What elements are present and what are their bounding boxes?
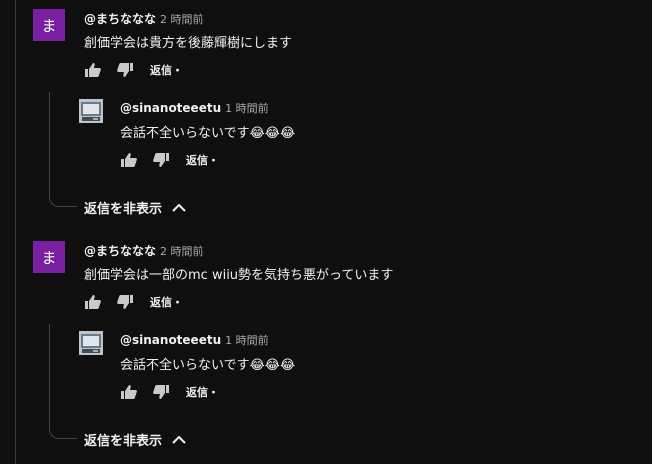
thread-line [15, 232, 16, 464]
thumbs-up-icon [85, 295, 101, 309]
comment-text: 創価学会は貴方を後藤輝樹にします [84, 36, 293, 51]
reply-actions: 返信・ [118, 382, 219, 402]
hide-replies-button[interactable]: 返信を非表示 [84, 430, 186, 449]
reply-avatar[interactable] [79, 331, 103, 355]
avatar[interactable]: ま [33, 241, 65, 273]
reply-button[interactable]: 返信・ [150, 294, 183, 310]
thread-line [15, 0, 16, 232]
comment-text: 創価学会は一部のmc wiiu勢を気持ち悪がっています [84, 268, 394, 283]
thumbs-up-icon [85, 63, 101, 77]
dislike-button[interactable] [150, 150, 172, 170]
thumbs-down-icon [153, 385, 169, 399]
like-button[interactable] [82, 60, 104, 80]
reply-time[interactable]: 1 時間前 [225, 334, 269, 347]
like-button[interactable] [118, 382, 140, 402]
like-button[interactable] [82, 292, 104, 312]
comment-actions: 返信・ [82, 292, 183, 312]
reply-text: 会話不全いらないです😂😂😂 [120, 358, 296, 373]
reply-author[interactable]: @sinanoteeetu 1 時間前 [120, 100, 269, 116]
thumbs-down-icon [153, 153, 169, 167]
reply-button[interactable]: 返信・ [150, 62, 183, 78]
reply-connector [49, 92, 77, 207]
reply-author[interactable]: @sinanoteeetu 1 時間前 [120, 332, 269, 348]
thumbs-up-icon [121, 385, 137, 399]
comment-author[interactable]: @まちななな 2 時間前 [84, 242, 204, 259]
comment-thread: ま @まちななな 2 時間前 創価学会は貴方を後藤輝樹にします 返信・ @sina… [0, 0, 652, 232]
like-button[interactable] [118, 150, 140, 170]
avatar[interactable]: ま [33, 9, 65, 41]
comment-time[interactable]: 2 時間前 [160, 13, 204, 26]
dislike-button[interactable] [114, 60, 136, 80]
comment-thread: ま @まちななな 2 時間前 創価学会は一部のmc wiiu勢を気持ち悪がっていま… [0, 232, 652, 464]
reply-actions: 返信・ [118, 150, 219, 170]
hide-replies-button[interactable]: 返信を非表示 [84, 198, 186, 217]
reply-button[interactable]: 返信・ [186, 384, 219, 400]
chevron-up-icon [172, 203, 186, 212]
reply-button[interactable]: 返信・ [186, 152, 219, 168]
dislike-button[interactable] [114, 292, 136, 312]
thumbs-up-icon [121, 153, 137, 167]
thumbs-down-icon [117, 295, 133, 309]
reply-connector [49, 324, 77, 439]
comment-time[interactable]: 2 時間前 [160, 245, 204, 258]
thumbs-down-icon [117, 63, 133, 77]
dislike-button[interactable] [150, 382, 172, 402]
reply-avatar[interactable] [79, 99, 103, 123]
comment-author[interactable]: @まちななな 2 時間前 [84, 10, 204, 27]
comment-actions: 返信・ [82, 60, 183, 80]
reply-text: 会話不全いらないです😂😂😂 [120, 126, 296, 141]
chevron-up-icon [172, 435, 186, 444]
reply-time[interactable]: 1 時間前 [225, 102, 269, 115]
